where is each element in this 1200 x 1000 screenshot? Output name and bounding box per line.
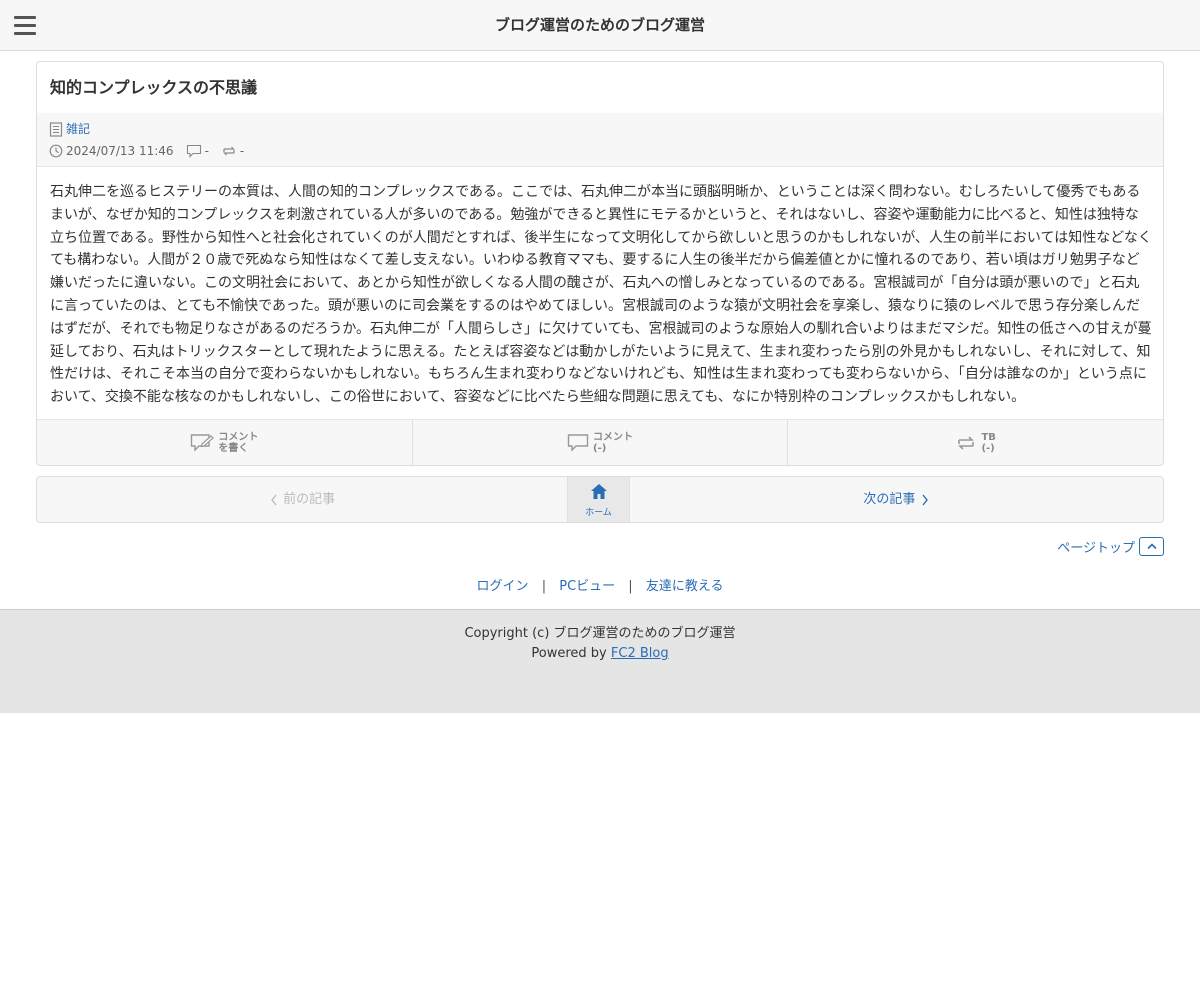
write-comment-icon	[191, 434, 215, 452]
page-top-link[interactable]: ページトップ	[1057, 536, 1164, 556]
page-top-label: ページトップ	[1057, 540, 1135, 556]
trackback-loop-icon	[958, 436, 975, 450]
home-button[interactable]: ホーム	[567, 477, 630, 522]
comments-button[interactable]: コメント (-)	[413, 420, 789, 465]
copyright-text: Copyright (c) ブログ運営のためのブログ運営	[464, 626, 736, 641]
category-link[interactable]: 雑記	[66, 120, 90, 138]
tell-friend-link[interactable]: 友達に教える	[646, 579, 724, 594]
site-title: ブログ運営のためのブログ運営	[494, 16, 705, 34]
article-title: 知的コンプレックスの不思議	[50, 78, 258, 97]
article-card: 知的コンプレックスの不思議 雑記 2024/07/13 11:46 - - 石丸…	[36, 61, 1164, 466]
trackback-button[interactable]: TB (-)	[788, 420, 1163, 465]
prev-article-button[interactable]: 前の記事	[37, 477, 567, 522]
prev-article-label: 前の記事	[283, 492, 336, 507]
article-action-bar: コメント を書く コメント (-) TB (-)	[37, 419, 1163, 465]
comment-count: -	[204, 144, 209, 158]
pc-view-link[interactable]: PCビュー	[559, 579, 615, 594]
chevron-right-icon	[922, 494, 928, 505]
next-article-button[interactable]: 次の記事	[630, 477, 1163, 522]
tb-label-1: TB	[981, 432, 996, 443]
fc2-blog-link[interactable]: FC2 Blog	[611, 646, 669, 661]
chevron-up-icon[interactable]	[1139, 536, 1164, 556]
write-comment-button[interactable]: コメント を書く	[37, 420, 413, 465]
comments-label-2: (-)	[593, 443, 607, 454]
post-datetime: 2024/07/13 11:46	[66, 144, 174, 158]
powered-prefix: Powered by	[531, 646, 611, 661]
document-icon	[49, 121, 63, 137]
powered-by: Powered by FC2 Blog	[0, 646, 1200, 661]
article-pager: 前の記事 ホーム 次の記事	[36, 476, 1164, 523]
write-comment-label-1: コメント	[218, 432, 259, 443]
footer-links: ログイン | PCビュー | 友達に教える	[0, 575, 1200, 595]
trackback-icon	[222, 146, 235, 156]
write-comment-label-2: を書く	[218, 443, 249, 454]
login-link[interactable]: ログイン	[477, 579, 529, 594]
comment-bubble-icon	[567, 434, 589, 452]
home-icon	[590, 484, 607, 499]
link-separator: |	[628, 579, 633, 594]
clock-icon	[49, 144, 63, 158]
date-row: 2024/07/13 11:46 - -	[49, 142, 244, 160]
link-separator: |	[541, 579, 547, 594]
hamburger-menu-icon[interactable]	[14, 16, 38, 36]
home-label: ホーム	[585, 508, 612, 518]
article-meta: 雑記 2024/07/13 11:46 - -	[37, 113, 1163, 167]
chevron-left-icon	[271, 494, 277, 505]
next-article-label: 次の記事	[863, 492, 916, 507]
article-body: 石丸伸二を巡るヒステリーの本質は、人間の知的コンプレックスである。ここでは、石丸…	[50, 184, 1152, 406]
tb-label-2: (-)	[981, 443, 995, 454]
comments-label-1: コメント	[593, 432, 633, 443]
category-row: 雑記	[49, 120, 90, 138]
site-footer: Copyright (c) ブログ運営のためのブログ運営 Powered by …	[0, 609, 1200, 713]
site-header: ブログ運営のためのブログ運営	[0, 0, 1200, 51]
trackback-count: -	[239, 144, 245, 158]
comment-icon	[186, 144, 201, 158]
